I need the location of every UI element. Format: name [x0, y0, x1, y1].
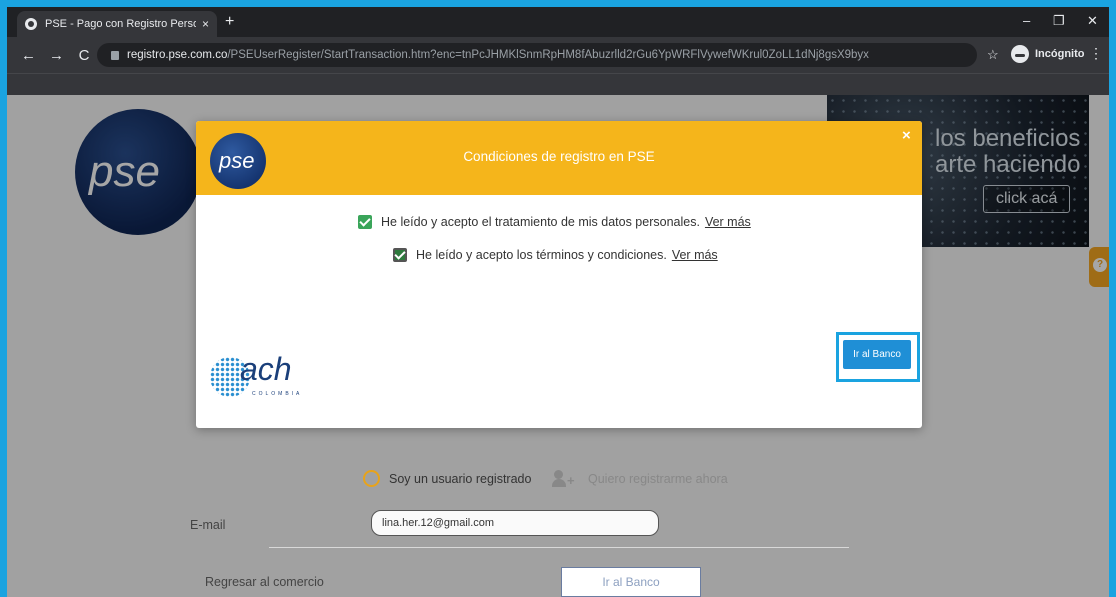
registration-conditions-modal: pse Condiciones de registro en PSE × He …	[196, 121, 922, 428]
reload-icon[interactable]: C	[77, 47, 91, 64]
condition2-label: He leído y acepto los términos y condici…	[416, 248, 667, 262]
maximize-icon[interactable]: ❐	[1053, 13, 1065, 29]
tab-title: PSE - Pago con Registro Persona	[45, 18, 196, 30]
ach-colombia-logo: ach COLOMBIA	[210, 351, 320, 401]
browser-toolbar: ← → C registro.pse.com.co /PSEUserRegist…	[7, 37, 1109, 73]
close-icon[interactable]: ×	[902, 127, 911, 144]
option-registered-label: Soy un usuario registrado	[389, 471, 532, 486]
minimize-icon[interactable]: –	[1023, 13, 1030, 28]
incognito-indicator[interactable]: Incógnito	[1011, 45, 1085, 63]
option-registered[interactable]: Soy un usuario registrado	[363, 470, 531, 487]
divider	[269, 547, 849, 548]
forward-arrow-icon[interactable]: →	[49, 47, 64, 64]
email-label: E-mail	[190, 518, 226, 532]
new-tab-icon[interactable]: +	[225, 13, 234, 31]
globe-icon	[25, 18, 37, 30]
incognito-label: Incógnito	[1035, 48, 1085, 60]
bookmarks-bar	[7, 73, 1109, 95]
modal-header: pse Condiciones de registro en PSE ×	[196, 121, 922, 195]
browser-menu-icon[interactable]: ⋮	[1089, 45, 1103, 62]
condition-terms: He leído y acepto los términos y condici…	[393, 248, 718, 262]
close-window-icon[interactable]: ✕	[1087, 13, 1098, 29]
personal-data-checkbox[interactable]	[358, 215, 372, 229]
option-register[interactable]: + Quiero registrarme ahora	[552, 470, 728, 487]
option-register-label: Quiero registrarme ahora	[588, 471, 728, 486]
ach-word: ach	[240, 351, 292, 387]
go-to-bank-button-bg[interactable]: Ir al Banco	[561, 567, 701, 597]
email-field[interactable]: lina.her.12@gmail.com	[371, 510, 659, 536]
condition1-more-link[interactable]: Ver más	[705, 215, 751, 229]
condition2-more-link[interactable]: Ver más	[672, 248, 718, 262]
url-host: registro.pse.com.co	[127, 49, 228, 61]
incognito-icon	[1011, 45, 1029, 63]
tab-close-icon[interactable]: ×	[202, 17, 209, 31]
go-to-bank-button[interactable]: Ir al Banco	[843, 340, 911, 369]
check-circle-icon	[363, 470, 380, 487]
back-arrow-icon[interactable]: ←	[21, 47, 36, 64]
bookmark-star-icon[interactable]: ☆	[987, 47, 999, 63]
condition1-label: He leído y acepto el tratamiento de mis …	[381, 215, 700, 229]
browser-tab[interactable]: PSE - Pago con Registro Persona ×	[17, 11, 217, 37]
lock-icon	[111, 50, 119, 60]
browser-window: PSE - Pago con Registro Persona × + – ❐ …	[7, 7, 1109, 597]
address-bar[interactable]: registro.pse.com.co /PSEUserRegister/Sta…	[97, 43, 977, 67]
add-user-icon: +	[552, 470, 576, 487]
ach-sub: COLOMBIA	[252, 391, 303, 397]
modal-title: Condiciones de registro en PSE	[463, 149, 655, 164]
condition-personal-data: He leído y acepto el tratamiento de mis …	[358, 215, 751, 229]
url-path: /PSEUserRegister/StartTransaction.htm?en…	[227, 49, 869, 61]
terms-checkbox[interactable]	[393, 248, 407, 262]
tab-bar: PSE - Pago con Registro Persona × + – ❐ …	[7, 7, 1109, 37]
back-to-merchant-link[interactable]: Regresar al comercio	[205, 575, 324, 589]
